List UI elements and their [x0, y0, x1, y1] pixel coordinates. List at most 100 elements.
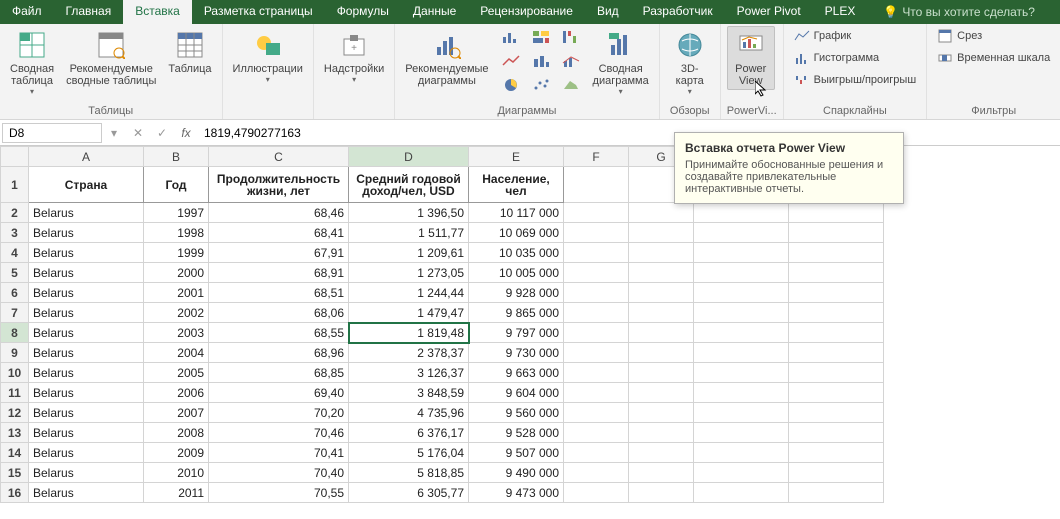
cell[interactable] [789, 203, 884, 223]
row-header[interactable]: 8 [1, 323, 29, 343]
enter-icon[interactable]: ✓ [150, 124, 174, 142]
col-header[interactable]: D [349, 147, 469, 167]
timeline-button[interactable]: Временная шкала [933, 48, 1054, 68]
cell[interactable] [629, 383, 694, 403]
recommended-charts-button[interactable]: Рекомендуемые диаграммы [401, 26, 492, 90]
waterfall-chart-icon[interactable] [557, 26, 585, 48]
cell[interactable]: 68,41 [209, 223, 349, 243]
cell[interactable] [694, 283, 789, 303]
cell[interactable]: 2000 [144, 263, 209, 283]
cancel-icon[interactable]: ✕ [126, 124, 150, 142]
cell[interactable]: Средний годовойдоход/чел, USD [349, 167, 469, 203]
cell[interactable] [694, 483, 789, 503]
cell[interactable] [694, 443, 789, 463]
cell[interactable]: 1 819,48 [349, 323, 469, 343]
cell[interactable]: 9 473 000 [469, 483, 564, 503]
cell[interactable] [564, 343, 629, 363]
tab-Вид[interactable]: Вид [585, 0, 631, 24]
row-header[interactable]: 3 [1, 223, 29, 243]
cell[interactable] [564, 463, 629, 483]
cell[interactable]: 67,91 [209, 243, 349, 263]
cell[interactable]: 1999 [144, 243, 209, 263]
cell[interactable]: 2007 [144, 403, 209, 423]
cell[interactable]: 4 735,96 [349, 403, 469, 423]
cell[interactable] [564, 243, 629, 263]
cell[interactable] [629, 403, 694, 423]
combo-chart-icon[interactable] [557, 50, 585, 72]
cell[interactable] [694, 363, 789, 383]
formula-input[interactable] [198, 124, 1060, 142]
cell[interactable] [564, 263, 629, 283]
cell[interactable]: 10 035 000 [469, 243, 564, 263]
cell[interactable] [789, 403, 884, 423]
cell[interactable]: Belarus [29, 263, 144, 283]
cell[interactable] [789, 483, 884, 503]
tab-Power Pivot[interactable]: Power Pivot [725, 0, 813, 24]
cell[interactable]: 1 396,50 [349, 203, 469, 223]
row-header[interactable]: 10 [1, 363, 29, 383]
cell[interactable]: 2004 [144, 343, 209, 363]
cell[interactable] [629, 283, 694, 303]
cell[interactable]: 3 126,37 [349, 363, 469, 383]
cell[interactable] [564, 283, 629, 303]
cell[interactable] [564, 483, 629, 503]
cell[interactable]: 1998 [144, 223, 209, 243]
cell[interactable] [564, 403, 629, 423]
power-view-button[interactable]: Power View [727, 26, 775, 90]
cell[interactable]: Год [144, 167, 209, 203]
cell[interactable]: 70,41 [209, 443, 349, 463]
cell[interactable]: 2008 [144, 423, 209, 443]
cell[interactable] [789, 243, 884, 263]
cell[interactable]: 6 305,77 [349, 483, 469, 503]
row-header[interactable]: 5 [1, 263, 29, 283]
cell[interactable] [564, 383, 629, 403]
cell[interactable]: 9 604 000 [469, 383, 564, 403]
row-header[interactable]: 2 [1, 203, 29, 223]
cell[interactable] [629, 423, 694, 443]
cell[interactable]: 69,40 [209, 383, 349, 403]
pivot-table-button[interactable]: Сводная таблица ▾ [6, 26, 58, 99]
cell[interactable] [629, 203, 694, 223]
cell[interactable]: 1 479,47 [349, 303, 469, 323]
tab-Рецензирование[interactable]: Рецензирование [468, 0, 585, 24]
cell[interactable] [789, 463, 884, 483]
cell[interactable]: 9 490 000 [469, 463, 564, 483]
cell[interactable]: 3 848,59 [349, 383, 469, 403]
cell[interactable] [789, 323, 884, 343]
cell[interactable]: 68,91 [209, 263, 349, 283]
cell[interactable]: Belarus [29, 463, 144, 483]
cell[interactable]: 9 663 000 [469, 363, 564, 383]
cell[interactable]: Страна [29, 167, 144, 203]
cell[interactable]: 9 797 000 [469, 323, 564, 343]
hierarchy-chart-icon[interactable] [527, 26, 555, 48]
cell[interactable]: 70,40 [209, 463, 349, 483]
cell[interactable] [564, 363, 629, 383]
cell[interactable] [789, 343, 884, 363]
row-header[interactable]: 14 [1, 443, 29, 463]
row-header[interactable]: 7 [1, 303, 29, 323]
cell[interactable]: 1 244,44 [349, 283, 469, 303]
cell[interactable] [694, 383, 789, 403]
cell[interactable]: Belarus [29, 243, 144, 263]
cell[interactable] [694, 323, 789, 343]
surface-chart-icon[interactable] [557, 74, 585, 96]
cell[interactable]: 1997 [144, 203, 209, 223]
cell[interactable]: Belarus [29, 363, 144, 383]
cell[interactable]: 1 209,61 [349, 243, 469, 263]
cell[interactable] [789, 283, 884, 303]
col-header[interactable]: F [564, 147, 629, 167]
cell[interactable] [694, 423, 789, 443]
cell[interactable] [694, 223, 789, 243]
tab-Разметка страницы[interactable]: Разметка страницы [192, 0, 325, 24]
cell[interactable] [789, 303, 884, 323]
cell[interactable]: 2003 [144, 323, 209, 343]
cell[interactable] [789, 423, 884, 443]
select-all-corner[interactable] [1, 147, 29, 167]
cell[interactable] [564, 423, 629, 443]
tab-Разработчик[interactable]: Разработчик [631, 0, 725, 24]
cell[interactable] [789, 383, 884, 403]
tab-Данные[interactable]: Данные [401, 0, 468, 24]
cell[interactable] [564, 443, 629, 463]
cell[interactable] [694, 303, 789, 323]
tab-Главная[interactable]: Главная [54, 0, 124, 24]
